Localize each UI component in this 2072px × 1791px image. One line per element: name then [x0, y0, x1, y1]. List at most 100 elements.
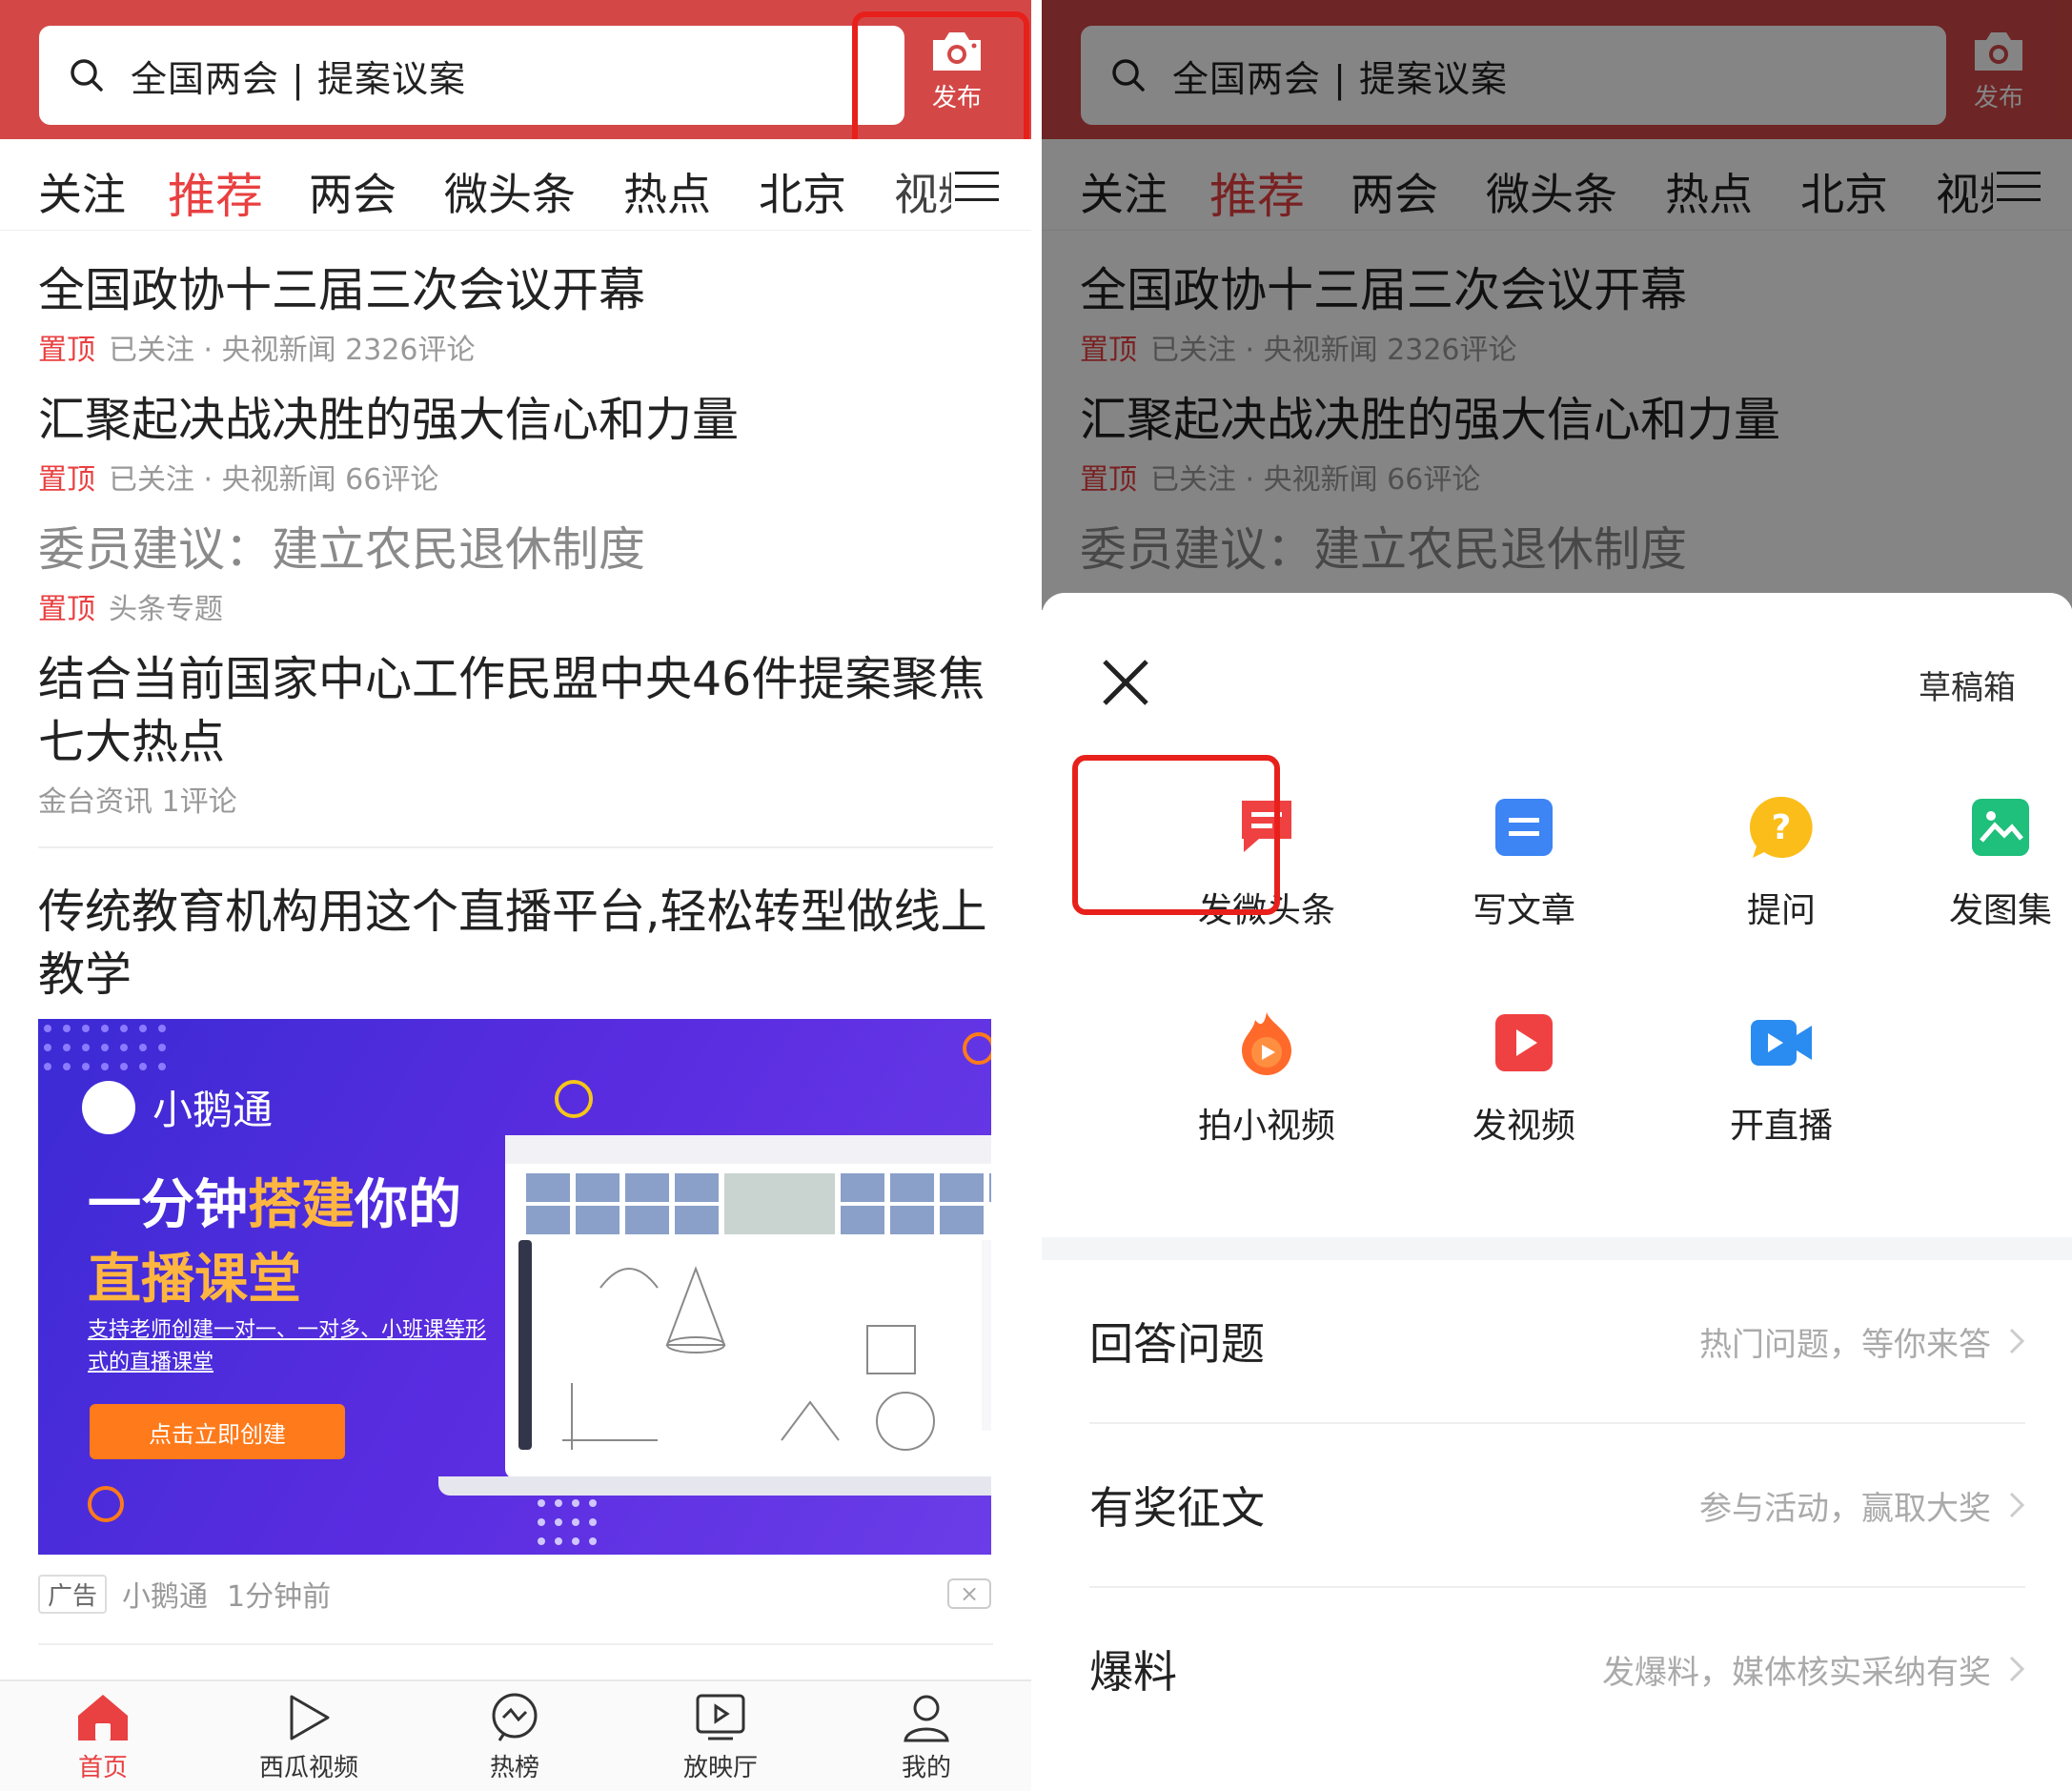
action-label: 发视频	[1472, 1107, 1575, 1146]
chevron-right-icon	[2009, 1328, 2025, 1354]
tv-icon	[696, 1694, 745, 1740]
bottom-nav: 首页 西瓜视频 热榜 放映厅 我的	[0, 1679, 1031, 1791]
ring-decoration	[88, 1486, 124, 1522]
news-meta: 已关注 · 央视新闻 66评论	[109, 463, 439, 497]
ad-headline-a: 一分钟	[88, 1174, 248, 1236]
section-separator	[1042, 1237, 2072, 1260]
home-icon	[78, 1695, 128, 1740]
brand-logo	[82, 1080, 135, 1134]
image-icon	[1972, 799, 2029, 856]
user-icon	[904, 1695, 949, 1742]
news-item[interactable]: 汇聚起决战决胜的强大信心和力量 置顶 已关注 · 央视新闻 66评论	[38, 389, 993, 498]
chevron-right-icon	[2009, 1656, 2025, 1682]
ad-tag: 广告	[38, 1574, 108, 1614]
ad-item[interactable]: 传统教育机构用这个直播平台,轻松转型做线上教学	[38, 881, 993, 1007]
tab-lianghui[interactable]: 两会	[309, 160, 396, 223]
row-title: 爆料	[1089, 1646, 1177, 1698]
row-tip-off[interactable]: 爆料 发爆料，媒体核实采纳有奖	[1089, 1588, 2025, 1750]
news-meta: 已关注 · 央视新闻 2326评论	[109, 334, 476, 367]
trending-icon	[492, 1693, 538, 1741]
divider	[38, 846, 993, 848]
ad-dismiss-button[interactable]: ×	[947, 1578, 991, 1609]
news-item[interactable]: 全国政协十三届三次会议开幕 置顶 已关注 · 央视新闻 2326评论	[38, 259, 993, 368]
dots-decoration	[44, 1025, 166, 1070]
write-article-button[interactable]: 写文章	[1429, 793, 1619, 932]
chevron-right-icon	[2009, 1492, 2025, 1518]
ad-brand: 小鹅通	[82, 1078, 273, 1136]
highlight-weitoutiao	[1072, 755, 1280, 915]
action-label: 写文章	[1472, 891, 1575, 930]
row-essay-contest[interactable]: 有奖征文 参与活动，赢取大奖	[1089, 1424, 2025, 1586]
nav-me[interactable]: 我的	[850, 1693, 1003, 1783]
go-live-button[interactable]: 开直播	[1686, 1008, 1877, 1148]
brand-name: 小鹅通	[152, 1087, 274, 1133]
tab-hot[interactable]: 热点	[623, 160, 711, 223]
channel-tabs: 关注 推荐 两会 微头条 热点 北京 视频	[0, 139, 1031, 231]
row-answer-questions[interactable]: 回答问题 热门问题，等你来答	[1089, 1260, 2025, 1422]
question-icon: ?	[1749, 796, 1813, 858]
shoot-short-video-button[interactable]: 拍小视频	[1171, 1008, 1362, 1148]
action-label: 提问	[1746, 891, 1816, 930]
row-hint: 参与活动，赢取大奖	[1699, 1489, 1991, 1528]
phone-screen-right: 全国两会 | 提案议案 发布 关注 推荐 两会 微头条 热点 北京 视频 全国政…	[1042, 0, 2072, 1791]
action-label: 发图集	[1948, 891, 2052, 930]
ad-headline-2: 直播课堂	[88, 1249, 301, 1311]
ad-headline-b: 搭建	[248, 1174, 355, 1236]
tab-recommend[interactable]: 推荐	[168, 158, 263, 227]
search-text: 全国两会 | 提案议案	[131, 57, 466, 100]
nav-home[interactable]: 首页	[27, 1693, 179, 1783]
ad-cta-button[interactable]: 点击立即创建	[90, 1404, 345, 1459]
whiteboard-illustration	[505, 1135, 991, 1451]
news-item[interactable]: 结合当前国家中心工作民盟中央46件提案聚焦七大热点 金台资讯 1评论	[38, 648, 993, 820]
publish-sheet: 草稿箱 发微头条 写文章 ? 提问 发图集 拍小视频 发视频 开直播 回答问题 …	[1042, 593, 2072, 1791]
divider	[38, 1643, 993, 1645]
close-icon[interactable]	[1101, 658, 1150, 707]
news-title: 汇聚起决战决胜的强大信心和力量	[38, 393, 740, 447]
nav-xigua-video[interactable]: 西瓜视频	[233, 1693, 385, 1783]
ad-time: 1分钟前	[227, 1580, 332, 1614]
phone-screen-left: 全国两会 | 提案议案 发布 关注 推荐 两会 微头条 热点 北京 视频 全国政…	[0, 0, 1031, 1791]
row-hint: 热门问题，等你来答	[1699, 1325, 1991, 1364]
nav-trending-label: 热榜	[489, 1754, 539, 1782]
news-item[interactable]: 委员建议：建立农民退休制度 置顶 头条专题	[38, 519, 993, 627]
post-video-button[interactable]: 发视频	[1429, 1008, 1619, 1148]
video-icon	[1495, 1014, 1553, 1071]
ad-banner[interactable]: 小鹅通 一分钟搭建你的 直播课堂 支持老师创建一对一、一对多、小班课等形式的直播…	[38, 1019, 991, 1555]
search-bar[interactable]: 全国两会 | 提案议案	[39, 26, 904, 125]
article-icon	[1495, 799, 1553, 856]
pin-badge: 置顶	[38, 334, 95, 367]
tab-follow[interactable]: 关注	[38, 160, 126, 223]
action-label: 拍小视频	[1197, 1107, 1335, 1146]
dim-overlay[interactable]	[1042, 0, 2072, 610]
nav-theater-label: 放映厅	[682, 1754, 758, 1782]
nav-theater[interactable]: 放映厅	[644, 1693, 797, 1783]
ad-headline-c: 你的	[355, 1174, 461, 1236]
tab-weitoutiao[interactable]: 微头条	[444, 160, 576, 223]
play-icon	[290, 1695, 330, 1740]
ad-footer: 广告 小鹅通 1分钟前	[38, 1573, 331, 1615]
nav-xigua-label: 西瓜视频	[258, 1754, 358, 1782]
flame-play-icon	[1242, 1012, 1291, 1075]
row-hint: 发爆料，媒体核实采纳有奖	[1602, 1653, 1991, 1692]
ask-question-button[interactable]: ? 提问	[1686, 793, 1877, 932]
ring-decoration	[963, 1032, 991, 1065]
row-title: 回答问题	[1089, 1318, 1265, 1370]
post-gallery-button[interactable]: 发图集	[1905, 793, 2072, 932]
news-title: 委员建议：建立农民退休制度	[38, 522, 646, 577]
nav-me-label: 我的	[901, 1754, 951, 1782]
tab-video[interactable]: 视频	[894, 160, 951, 223]
ring-decoration	[555, 1080, 593, 1118]
row-title: 有奖征文	[1089, 1482, 1265, 1534]
dots-decoration	[538, 1499, 597, 1545]
tab-beijing[interactable]: 北京	[759, 160, 846, 223]
nav-home-label: 首页	[77, 1754, 128, 1782]
action-label: 开直播	[1729, 1107, 1833, 1146]
laptop-illustration	[505, 1135, 991, 1478]
nav-trending[interactable]: 热榜	[438, 1693, 591, 1783]
ad-subtitle: 支持老师创建一对一、一对多、小班课等形式的直播课堂	[88, 1318, 487, 1374]
pin-badge: 置顶	[38, 593, 95, 626]
ad-source: 小鹅通	[122, 1580, 209, 1614]
svg-text:?: ?	[1772, 808, 1792, 847]
menu-icon[interactable]	[955, 170, 999, 204]
drafts-button[interactable]: 草稿箱	[1919, 661, 2016, 708]
